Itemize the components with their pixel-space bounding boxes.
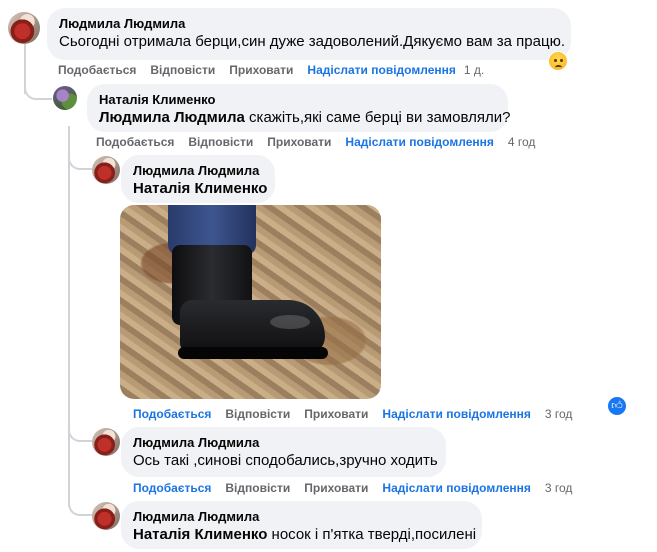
comment-author[interactable]: Наталія Клименко bbox=[99, 92, 496, 108]
resend-button[interactable]: Надіслати повідомлення bbox=[345, 135, 493, 149]
comment-author[interactable]: Людмила Людмила bbox=[59, 16, 559, 32]
avatar[interactable] bbox=[8, 12, 40, 44]
comment-body: носок і п'ятка тверді,посилені bbox=[271, 526, 477, 543]
hide-button[interactable]: Приховати bbox=[229, 63, 293, 77]
resend-button[interactable]: Надіслати повідомлення bbox=[307, 63, 455, 77]
comment-text: Наталія Клименко носок і п'ятка тверді,п… bbox=[133, 525, 476, 545]
reply-button[interactable]: Відповісти bbox=[188, 135, 253, 149]
comment-actions: Подобається Відповісти Приховати Надіслати … bbox=[96, 134, 549, 150]
timestamp[interactable]: 1 д. bbox=[464, 63, 484, 77]
comment-actions: Подобається Відповісти Приховати Надіслати … bbox=[133, 406, 586, 422]
hide-button[interactable]: Приховати bbox=[304, 407, 368, 421]
thread-connector bbox=[68, 150, 92, 170]
resend-button[interactable]: Надіслати повідомлення bbox=[382, 481, 530, 495]
thread-connector bbox=[68, 494, 92, 516]
avatar[interactable] bbox=[92, 502, 120, 530]
thread-line-reply bbox=[68, 126, 70, 504]
timestamp[interactable]: 3 год bbox=[545, 481, 573, 495]
reply-button[interactable]: Відповісти bbox=[225, 481, 290, 495]
avatar[interactable] bbox=[92, 156, 120, 184]
like-button[interactable]: Подобається bbox=[133, 481, 211, 495]
comment-text: Сьогодні отримала берци,син дуже задовол… bbox=[59, 33, 565, 50]
like-reaction-icon[interactable]: 👍︎ bbox=[606, 395, 628, 417]
comment-author[interactable]: Людмила Людмила bbox=[133, 509, 470, 525]
comment-text: Ось такі ,синові сподобались,зручно ходи… bbox=[133, 452, 438, 469]
mention-link[interactable]: Наталія Клименко bbox=[133, 526, 267, 543]
comment-bubble: Людмила Людмила Наталія Клименко bbox=[121, 155, 275, 203]
comment-text: Людмила Людмила скажіть,які саме берці в… bbox=[99, 108, 510, 128]
comment-author[interactable]: Людмила Людмила bbox=[133, 435, 434, 451]
hide-button[interactable]: Приховати bbox=[304, 481, 368, 495]
comment-bubble: Людмила Людмила Сьогодні отримала берци,… bbox=[47, 8, 571, 60]
like-button[interactable]: Подобається bbox=[133, 407, 211, 421]
mention-link[interactable]: Людмила Людмила bbox=[99, 109, 245, 126]
resend-button[interactable]: Надіслати повідомлення bbox=[382, 407, 530, 421]
comment-actions: Подобається Відповісти Приховати Надіслати … bbox=[133, 480, 586, 496]
boot-photo[interactable] bbox=[120, 205, 381, 399]
like-button[interactable]: Подобається bbox=[58, 63, 136, 77]
timestamp[interactable]: 4 год bbox=[508, 135, 536, 149]
boot-shine bbox=[270, 315, 310, 329]
comment-bubble: Людмила Людмила Наталія Клименко носок і… bbox=[121, 501, 482, 549]
timestamp[interactable]: 3 год bbox=[545, 407, 573, 421]
reply-button[interactable]: Відповісти bbox=[150, 63, 215, 77]
comment-bubble: Наталія Клименко Людмила Людмила скажіть… bbox=[87, 84, 510, 132]
comment-author[interactable]: Людмила Людмила bbox=[133, 163, 263, 179]
thread-connector bbox=[68, 420, 92, 442]
comment-body: скажіть,які саме берці ви замовляли? bbox=[249, 109, 511, 126]
reply-button[interactable]: Відповісти bbox=[225, 407, 290, 421]
avatar[interactable] bbox=[53, 86, 77, 110]
avatar[interactable] bbox=[92, 428, 120, 456]
thread-connector bbox=[24, 78, 52, 100]
like-button[interactable]: Подобається bbox=[96, 135, 174, 149]
sad-emoji-icon[interactable] bbox=[548, 51, 568, 71]
comment-actions: Подобається Відповісти Приховати Надіслати … bbox=[58, 62, 498, 78]
boot-sole bbox=[178, 347, 328, 359]
comment-bubble: Людмила Людмила Ось такі ,синові сподоба… bbox=[121, 427, 446, 477]
mention-link[interactable]: Наталія Клименко bbox=[133, 179, 267, 199]
hide-button[interactable]: Приховати bbox=[267, 135, 331, 149]
